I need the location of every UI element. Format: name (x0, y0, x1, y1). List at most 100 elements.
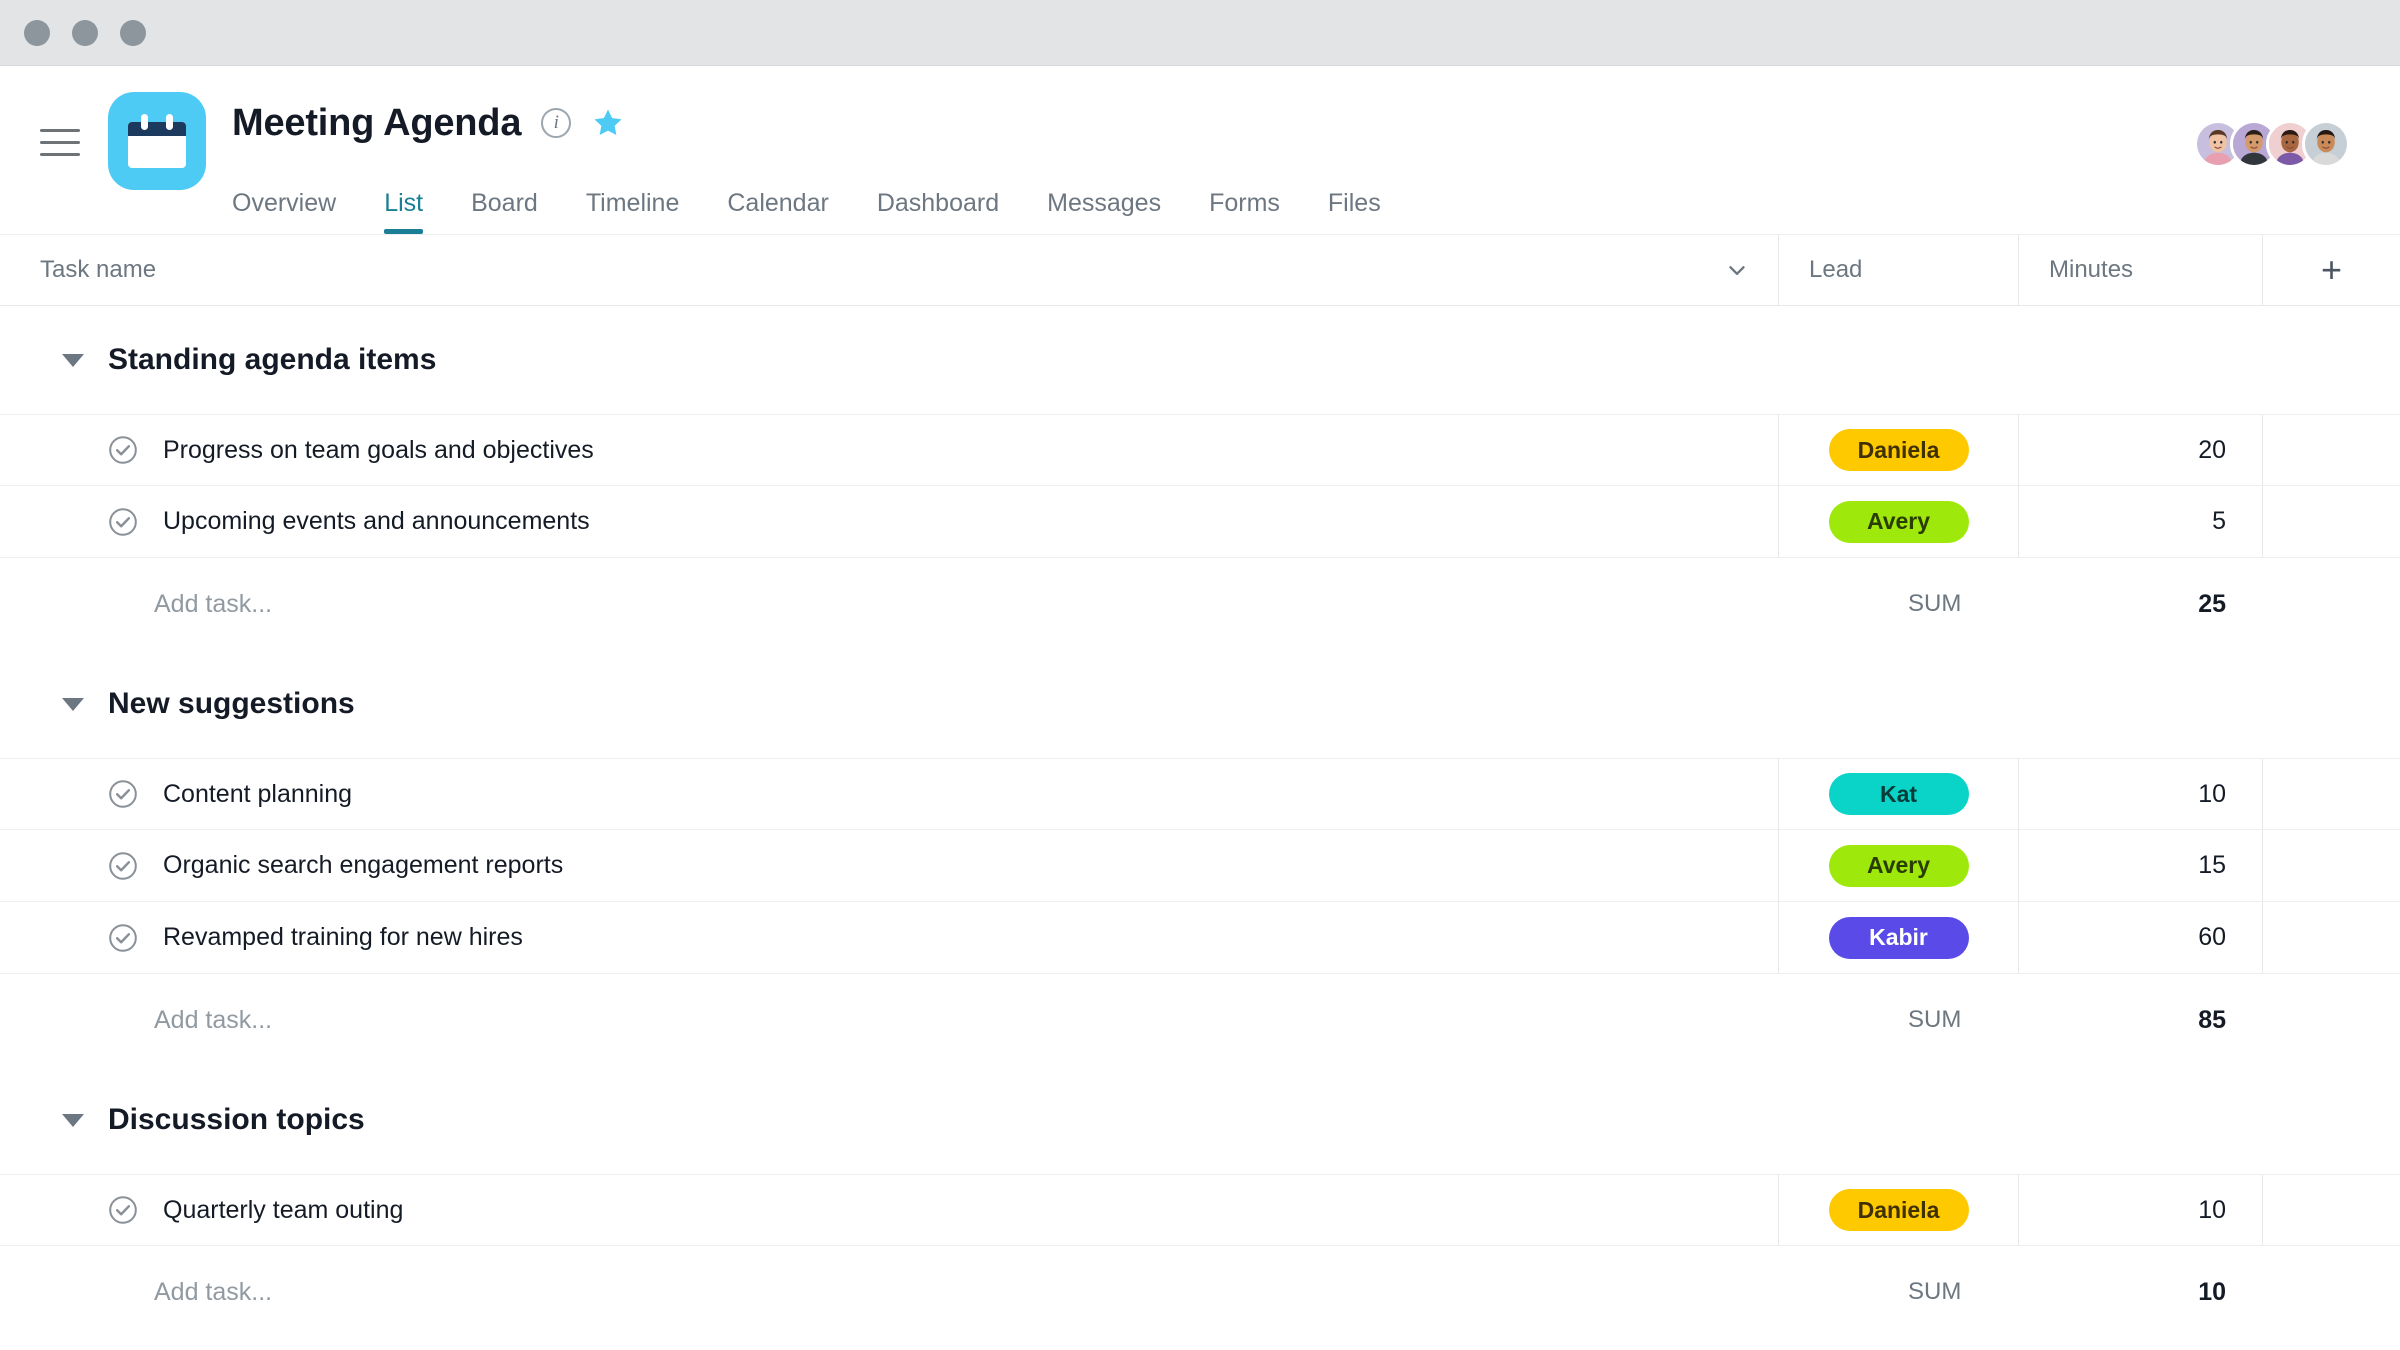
app-header: Meeting Agenda i Overview List Board Tim… (0, 66, 2400, 234)
info-icon[interactable]: i (541, 108, 572, 138)
section-title: Discussion topics (108, 1103, 365, 1136)
member-avatar-group (2194, 120, 2360, 168)
tab-list[interactable]: List (360, 189, 447, 234)
task-name: Progress on team goals and objectives (163, 435, 594, 464)
minutes-cell[interactable]: 5 (2018, 486, 2262, 557)
row-end-cell (2262, 486, 2400, 557)
table-row[interactable]: Progress on team goals and objectives Dan… (0, 414, 2400, 486)
tab-overview[interactable]: Overview (232, 189, 360, 234)
hamburger-line (40, 128, 80, 132)
section-collapse-caret-icon[interactable] (62, 353, 84, 367)
add-task-row: Add task... SUM 25 (0, 558, 2400, 650)
lead-cell[interactable]: Daniela (1778, 1175, 2018, 1245)
add-task-button[interactable]: Add task... (154, 590, 272, 619)
table-row[interactable]: Content planning Kat 10 (0, 758, 2400, 830)
task-complete-checkbox[interactable] (107, 922, 139, 954)
tab-forms[interactable]: Forms (1185, 189, 1304, 234)
task-complete-checkbox[interactable] (107, 506, 139, 538)
task-cell[interactable]: Quarterly team outing (0, 1175, 1778, 1245)
lead-cell[interactable]: Avery (1778, 486, 2018, 557)
section-header[interactable]: Standing agenda items (0, 306, 2400, 414)
view-tabs: Overview List Board Timeline Calendar Da… (232, 176, 2194, 234)
add-task-button[interactable]: Add task... (154, 1006, 272, 1035)
add-task-cell[interactable]: Add task... (0, 1246, 1778, 1338)
window-close-button[interactable] (24, 19, 50, 46)
row-end-cell (2262, 415, 2400, 485)
task-cell[interactable]: Upcoming events and announcements (0, 486, 1778, 557)
add-task-row: Add task... SUM 85 (0, 974, 2400, 1066)
column-header-minutes[interactable]: Minutes (2018, 235, 2262, 305)
lead-cell[interactable]: Daniela (1778, 415, 2018, 485)
task-name: Revamped training for new hires (163, 923, 523, 951)
task-cell[interactable]: Content planning (0, 759, 1778, 829)
lead-pill: Avery (1828, 500, 1969, 543)
minutes-cell[interactable]: 10 (2018, 759, 2262, 829)
add-task-button[interactable]: Add task... (154, 1278, 272, 1307)
minutes-cell[interactable]: 20 (2018, 415, 2262, 485)
hamburger-menu-icon[interactable] (40, 122, 86, 162)
task-list-table: Task name Lead Minutes + Standing agenda… (0, 234, 2400, 1338)
add-row-lead-cell (1778, 558, 2018, 650)
lead-cell[interactable]: Avery (1778, 830, 2018, 901)
sum-value: 25 (2198, 589, 2226, 618)
section-collapse-caret-icon[interactable] (62, 1113, 84, 1127)
lead-pill: Daniela (1828, 429, 1969, 471)
task-cell[interactable]: Revamped training for new hires (0, 902, 1778, 973)
task-complete-checkbox[interactable] (107, 850, 139, 882)
minutes-cell[interactable]: 15 (2018, 830, 2262, 901)
table-row[interactable]: Organic search engagement reports Avery 15 (0, 830, 2400, 902)
title-and-tabs: Meeting Agenda i Overview List Board Tim… (232, 92, 2194, 234)
tab-board[interactable]: Board (447, 189, 562, 234)
section-header[interactable]: Discussion topics (0, 1066, 2400, 1174)
sum-label: SUM (1908, 590, 1962, 617)
sum-label: SUM (1908, 1006, 1962, 1033)
column-header-lead[interactable]: Lead (1778, 235, 2018, 305)
window-title-bar (0, 0, 2400, 66)
avatar[interactable] (2302, 120, 2350, 168)
window-maximize-button[interactable] (120, 19, 146, 46)
lead-pill: Daniela (1828, 1189, 1969, 1231)
section-collapse-caret-icon[interactable] (62, 697, 84, 711)
task-complete-checkbox[interactable] (107, 1194, 139, 1226)
tab-dashboard[interactable]: Dashboard (853, 189, 1023, 234)
section-header[interactable]: New suggestions (0, 650, 2400, 758)
star-icon[interactable] (591, 106, 625, 140)
tab-messages[interactable]: Messages (1023, 189, 1185, 234)
table-row[interactable]: Upcoming events and announcements Avery 5 (0, 486, 2400, 558)
minutes-cell[interactable]: 10 (2018, 1175, 2262, 1245)
lead-cell[interactable]: Kabir (1778, 902, 2018, 973)
sum-cell: SUM 85 (1908, 974, 2262, 1066)
calendar-icon[interactable] (108, 92, 206, 190)
table-row[interactable]: Quarterly team outing Daniela 10 (0, 1174, 2400, 1246)
task-cell[interactable]: Progress on team goals and objectives (0, 415, 1778, 485)
chevron-down-icon[interactable] (1724, 257, 1750, 283)
hamburger-line (40, 152, 80, 156)
row-end-cell (2262, 759, 2400, 829)
add-row-lead-cell (1778, 974, 2018, 1066)
table-row[interactable]: Revamped training for new hires Kabir 60 (0, 902, 2400, 974)
tab-calendar[interactable]: Calendar (703, 189, 852, 234)
calendar-ring (141, 114, 148, 130)
add-task-cell[interactable]: Add task... (0, 558, 1778, 650)
calendar-ring (166, 114, 173, 130)
column-header-task-name[interactable]: Task name (0, 235, 1778, 305)
tab-timeline[interactable]: Timeline (562, 189, 704, 234)
add-row-end-cell (2262, 1246, 2400, 1338)
table-header-row: Task name Lead Minutes + (0, 234, 2400, 306)
lead-pill: Kat (1828, 773, 1969, 815)
minutes-cell[interactable]: 60 (2018, 902, 2262, 973)
task-name: Upcoming events and announcements (163, 507, 590, 535)
add-column-button[interactable]: + (2262, 235, 2400, 305)
calendar-header-bar (128, 122, 186, 136)
row-end-cell (2262, 1175, 2400, 1245)
add-row-end-cell (2262, 974, 2400, 1066)
task-complete-checkbox[interactable] (107, 778, 139, 810)
task-name: Content planning (163, 779, 353, 808)
window-minimize-button[interactable] (72, 19, 98, 46)
tab-files[interactable]: Files (1304, 189, 1405, 234)
task-name: Quarterly team outing (163, 1195, 404, 1224)
task-complete-checkbox[interactable] (107, 434, 139, 466)
add-task-cell[interactable]: Add task... (0, 974, 1778, 1066)
task-cell[interactable]: Organic search engagement reports (0, 830, 1778, 901)
lead-cell[interactable]: Kat (1778, 759, 2018, 829)
